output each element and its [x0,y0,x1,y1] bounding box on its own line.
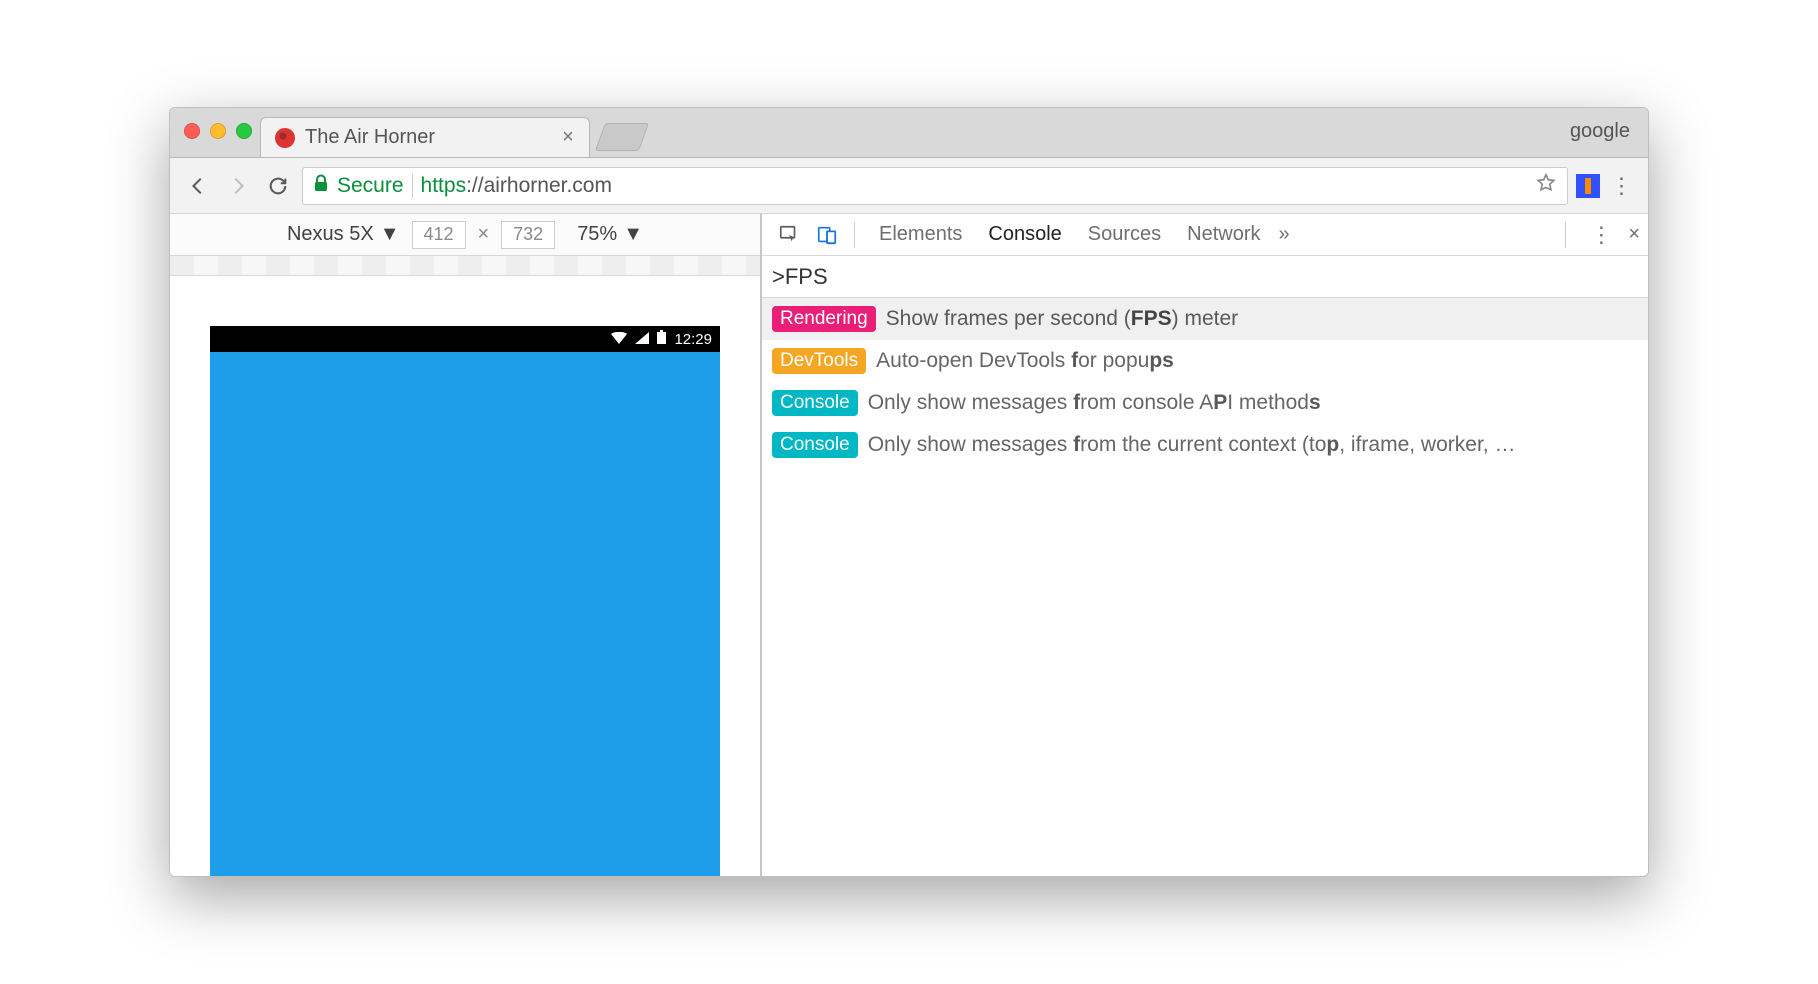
chrome-menu-button[interactable]: ⋮ [1608,173,1636,199]
profile-label[interactable]: google [1570,120,1630,143]
command-item-text: Show frames per second (FPS) meter [886,307,1238,331]
tabs-overflow-icon[interactable]: » [1279,223,1290,246]
inspect-element-icon[interactable] [770,216,808,254]
dimension-x: × [478,223,490,246]
battery-icon [657,330,666,348]
window-minimize-button[interactable] [210,123,226,139]
back-button[interactable] [182,170,214,202]
url-rest: ://airhorner.com [466,174,612,197]
command-menu-results: Rendering Show frames per second (FPS) me… [762,298,1648,466]
command-badge-console: Console [772,432,858,458]
window-close-button[interactable] [184,123,200,139]
command-menu-query: >FPS [772,264,828,290]
android-status-bar: 12:29 [210,326,720,352]
device-selector[interactable]: Nexus 5X ▼ [287,223,400,246]
device-toolbar: Nexus 5X ▼ × 75% ▼ [170,214,760,256]
devtools-pane: Elements Console Sources Network » ⋮ × >FPS… [762,214,1648,876]
command-badge-console: Console [772,390,858,416]
secure-label: Secure [337,174,404,198]
device-name-label: Nexus 5X [287,223,374,246]
titlebar: The Air Horner × google [170,108,1648,158]
window-maximize-button[interactable] [236,123,252,139]
viewport-width-input[interactable] [412,221,466,249]
browser-window: The Air Horner × google Secure https://a… [169,107,1649,877]
devtools-tab-elements[interactable]: Elements [879,223,962,246]
command-menu-item[interactable]: Console Only show messages from the curre… [762,424,1648,466]
zoom-selector[interactable]: 75% ▼ [577,223,643,246]
content-area: Nexus 5X ▼ × 75% ▼ [170,214,1648,876]
dropdown-caret-icon: ▼ [380,223,400,246]
wifi-icon [611,331,627,348]
devtools-separator [1565,222,1566,248]
nav-toolbar: Secure https://airhorner.com ⋮ [170,158,1648,214]
devtools-tab-console[interactable]: Console [988,223,1061,246]
devtools-header: Elements Console Sources Network » ⋮ × [762,214,1648,256]
omnibox-separator [412,174,413,198]
url: https://airhorner.com [421,174,612,198]
dropdown-caret-icon: ▼ [623,223,643,246]
toggle-device-toolbar-icon[interactable] [808,216,846,254]
status-time: 12:29 [674,331,712,348]
browser-tab[interactable]: The Air Horner × [260,117,590,157]
devtools-separator [854,222,855,248]
emulated-viewport[interactable]: 12:29 [170,276,760,876]
command-item-text: Only show messages from the current cont… [868,433,1516,457]
bookmark-star-icon[interactable] [1535,172,1557,200]
command-badge-rendering: Rendering [772,306,876,332]
tab-favicon [275,128,295,148]
url-scheme: https [421,174,467,197]
command-badge-devtools: DevTools [772,348,866,374]
devtools-menu-button[interactable]: ⋮ [1590,222,1612,248]
cell-signal-icon [635,331,649,348]
command-item-text: Auto-open DevTools for popups [876,349,1174,373]
command-item-text: Only show messages from console API meth… [868,391,1321,415]
devtools-tabs: Elements Console Sources Network [879,223,1261,246]
devtools-close-button[interactable]: × [1628,223,1640,246]
emulated-page: 12:29 [210,326,720,876]
devtools-tab-sources[interactable]: Sources [1088,223,1161,246]
tab-close-button[interactable]: × [561,126,575,149]
lock-icon [313,174,329,198]
command-menu-item[interactable]: Console Only show messages from console A… [762,382,1648,424]
viewport-height-input[interactable] [501,221,555,249]
new-tab-button[interactable] [595,123,649,151]
address-bar[interactable]: Secure https://airhorner.com [302,167,1568,205]
tab-title: The Air Horner [305,126,551,149]
window-controls [184,123,252,139]
device-emulation-pane: Nexus 5X ▼ × 75% ▼ [170,214,762,876]
ruler [170,256,760,276]
zoom-value: 75% [577,223,617,246]
command-menu-input[interactable]: >FPS [762,256,1648,298]
command-menu-item[interactable]: Rendering Show frames per second (FPS) me… [762,298,1648,340]
devtools-tab-network[interactable]: Network [1187,223,1260,246]
lighthouse-extension-icon[interactable] [1576,174,1600,198]
reload-button[interactable] [262,170,294,202]
command-menu-item[interactable]: DevTools Auto-open DevTools for popups [762,340,1648,382]
forward-button[interactable] [222,170,254,202]
